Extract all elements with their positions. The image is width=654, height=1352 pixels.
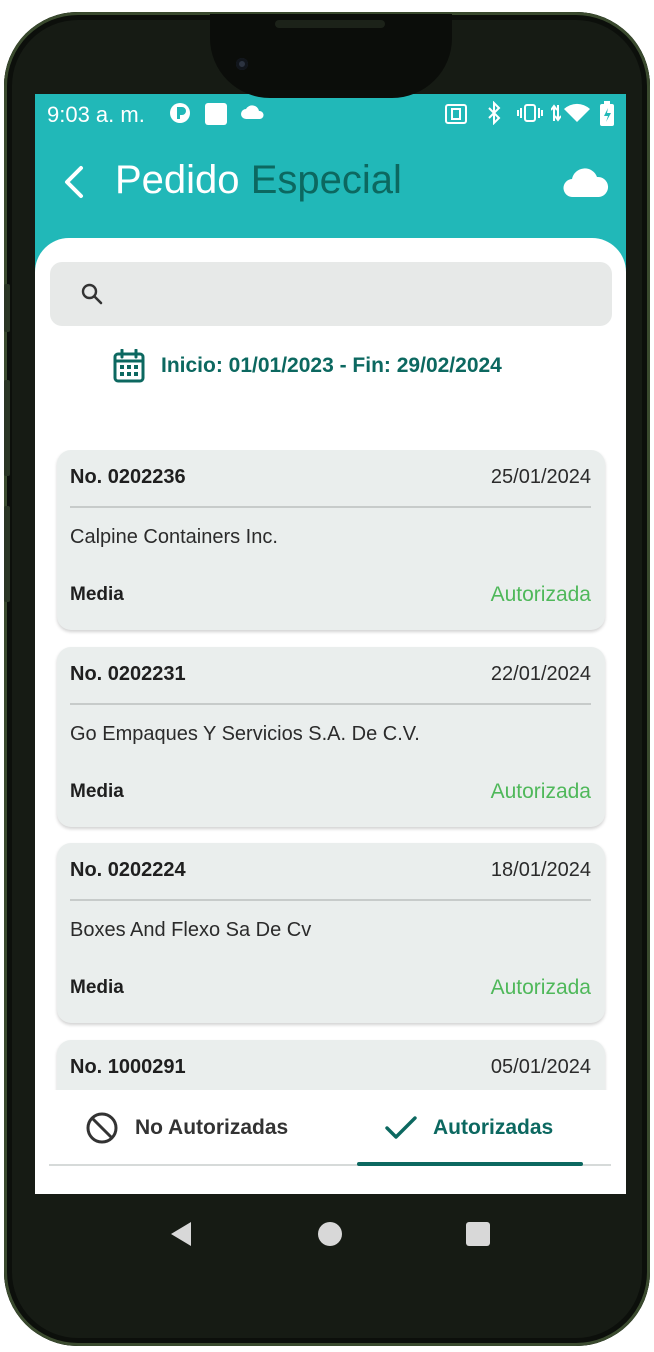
order-card[interactable]: No. 0202236 25/01/2024 Calpine Container…	[57, 450, 605, 630]
vibrate-icon	[517, 104, 543, 122]
order-company: Calpine Containers Inc.	[70, 526, 278, 548]
order-card[interactable]: No. 0202224 18/01/2024 Boxes And Flexo S…	[57, 843, 605, 1023]
order-card[interactable]: No. 0202231 22/01/2024 Go Empaques Y Ser…	[57, 647, 605, 827]
order-number: No. 0202236	[70, 466, 186, 488]
order-number: No. 0202224	[70, 859, 186, 881]
title-part-1: Pedido	[115, 158, 240, 202]
battery-icon	[600, 101, 614, 126]
app-notification-icon	[170, 103, 190, 123]
system-navigation-bar	[35, 1194, 626, 1274]
nav-back-icon[interactable]	[169, 1220, 193, 1248]
order-priority: Media	[70, 781, 124, 802]
cloud-sync-button[interactable]	[563, 168, 609, 198]
order-company: Go Empaques Y Servicios S.A. De C.V.	[70, 723, 420, 745]
search-bar[interactable]	[50, 262, 612, 328]
tab-selected-indicator	[357, 1162, 583, 1166]
order-date: 18/01/2024	[490, 859, 591, 881]
nfc-icon	[445, 104, 467, 124]
order-priority: Media	[70, 584, 124, 605]
status-bar: 9:03 a. m.	[35, 94, 626, 134]
calendar-icon	[113, 349, 145, 383]
block-icon	[86, 1112, 118, 1144]
nav-recents-icon[interactable]	[466, 1222, 490, 1246]
front-camera	[236, 58, 248, 70]
orders-list[interactable]: No. 0202236 25/01/2024 Calpine Container…	[35, 450, 626, 1090]
order-status: Autorizada	[490, 976, 591, 999]
order-date: 05/01/2024	[490, 1056, 591, 1078]
order-date: 25/01/2024	[490, 466, 591, 488]
order-priority: Media	[70, 977, 124, 998]
data-arrows-icon	[551, 104, 561, 122]
order-status: Autorizada	[490, 583, 591, 606]
square-notification-icon	[205, 103, 227, 125]
date-range-filter[interactable]: Inicio: 01/01/2023 - Fin: 29/02/2024	[113, 346, 502, 386]
app-header: Pedido Especial	[35, 134, 626, 238]
status-tabs: No Autorizadas Autorizadas	[35, 1090, 626, 1194]
side-button	[4, 284, 10, 332]
order-date: 22/01/2024	[490, 663, 591, 685]
order-status: Autorizada	[490, 780, 591, 803]
date-range-label: Inicio: 01/01/2023 - Fin: 29/02/2024	[161, 354, 502, 377]
order-number: No. 1000291	[70, 1056, 186, 1078]
side-button	[4, 506, 10, 602]
side-button	[4, 380, 10, 476]
phone-speaker	[275, 20, 385, 28]
check-icon	[385, 1116, 417, 1139]
cloud-icon	[241, 105, 264, 119]
search-icon	[81, 283, 103, 305]
page-title: Pedido Especial	[115, 158, 402, 203]
app-screen: 9:03 a. m. Pedido Especial Inicio: 01/01…	[35, 94, 626, 1194]
back-button[interactable]	[59, 162, 89, 202]
divider	[70, 899, 591, 901]
title-part-2: Especial	[250, 158, 402, 202]
wifi-icon	[564, 103, 590, 122]
tab-no-autorizadas[interactable]: No Autorizadas	[85, 1100, 288, 1156]
bluetooth-icon	[488, 101, 501, 125]
order-card[interactable]: No. 1000291 05/01/2024	[57, 1040, 605, 1090]
nav-home-icon[interactable]	[318, 1222, 342, 1246]
divider	[70, 703, 591, 705]
search-input[interactable]	[110, 262, 604, 328]
order-company: Boxes And Flexo Sa De Cv	[70, 919, 312, 941]
divider	[70, 506, 591, 508]
tab-autorizadas[interactable]: Autorizadas	[385, 1100, 553, 1156]
tab-label: No Autorizadas	[135, 1116, 289, 1139]
order-number: No. 0202231	[70, 663, 186, 685]
content-sheet: Inicio: 01/01/2023 - Fin: 29/02/2024 No.…	[35, 238, 626, 1194]
status-time: 9:03 a. m.	[47, 102, 145, 127]
tab-label: Autorizadas	[433, 1116, 554, 1139]
